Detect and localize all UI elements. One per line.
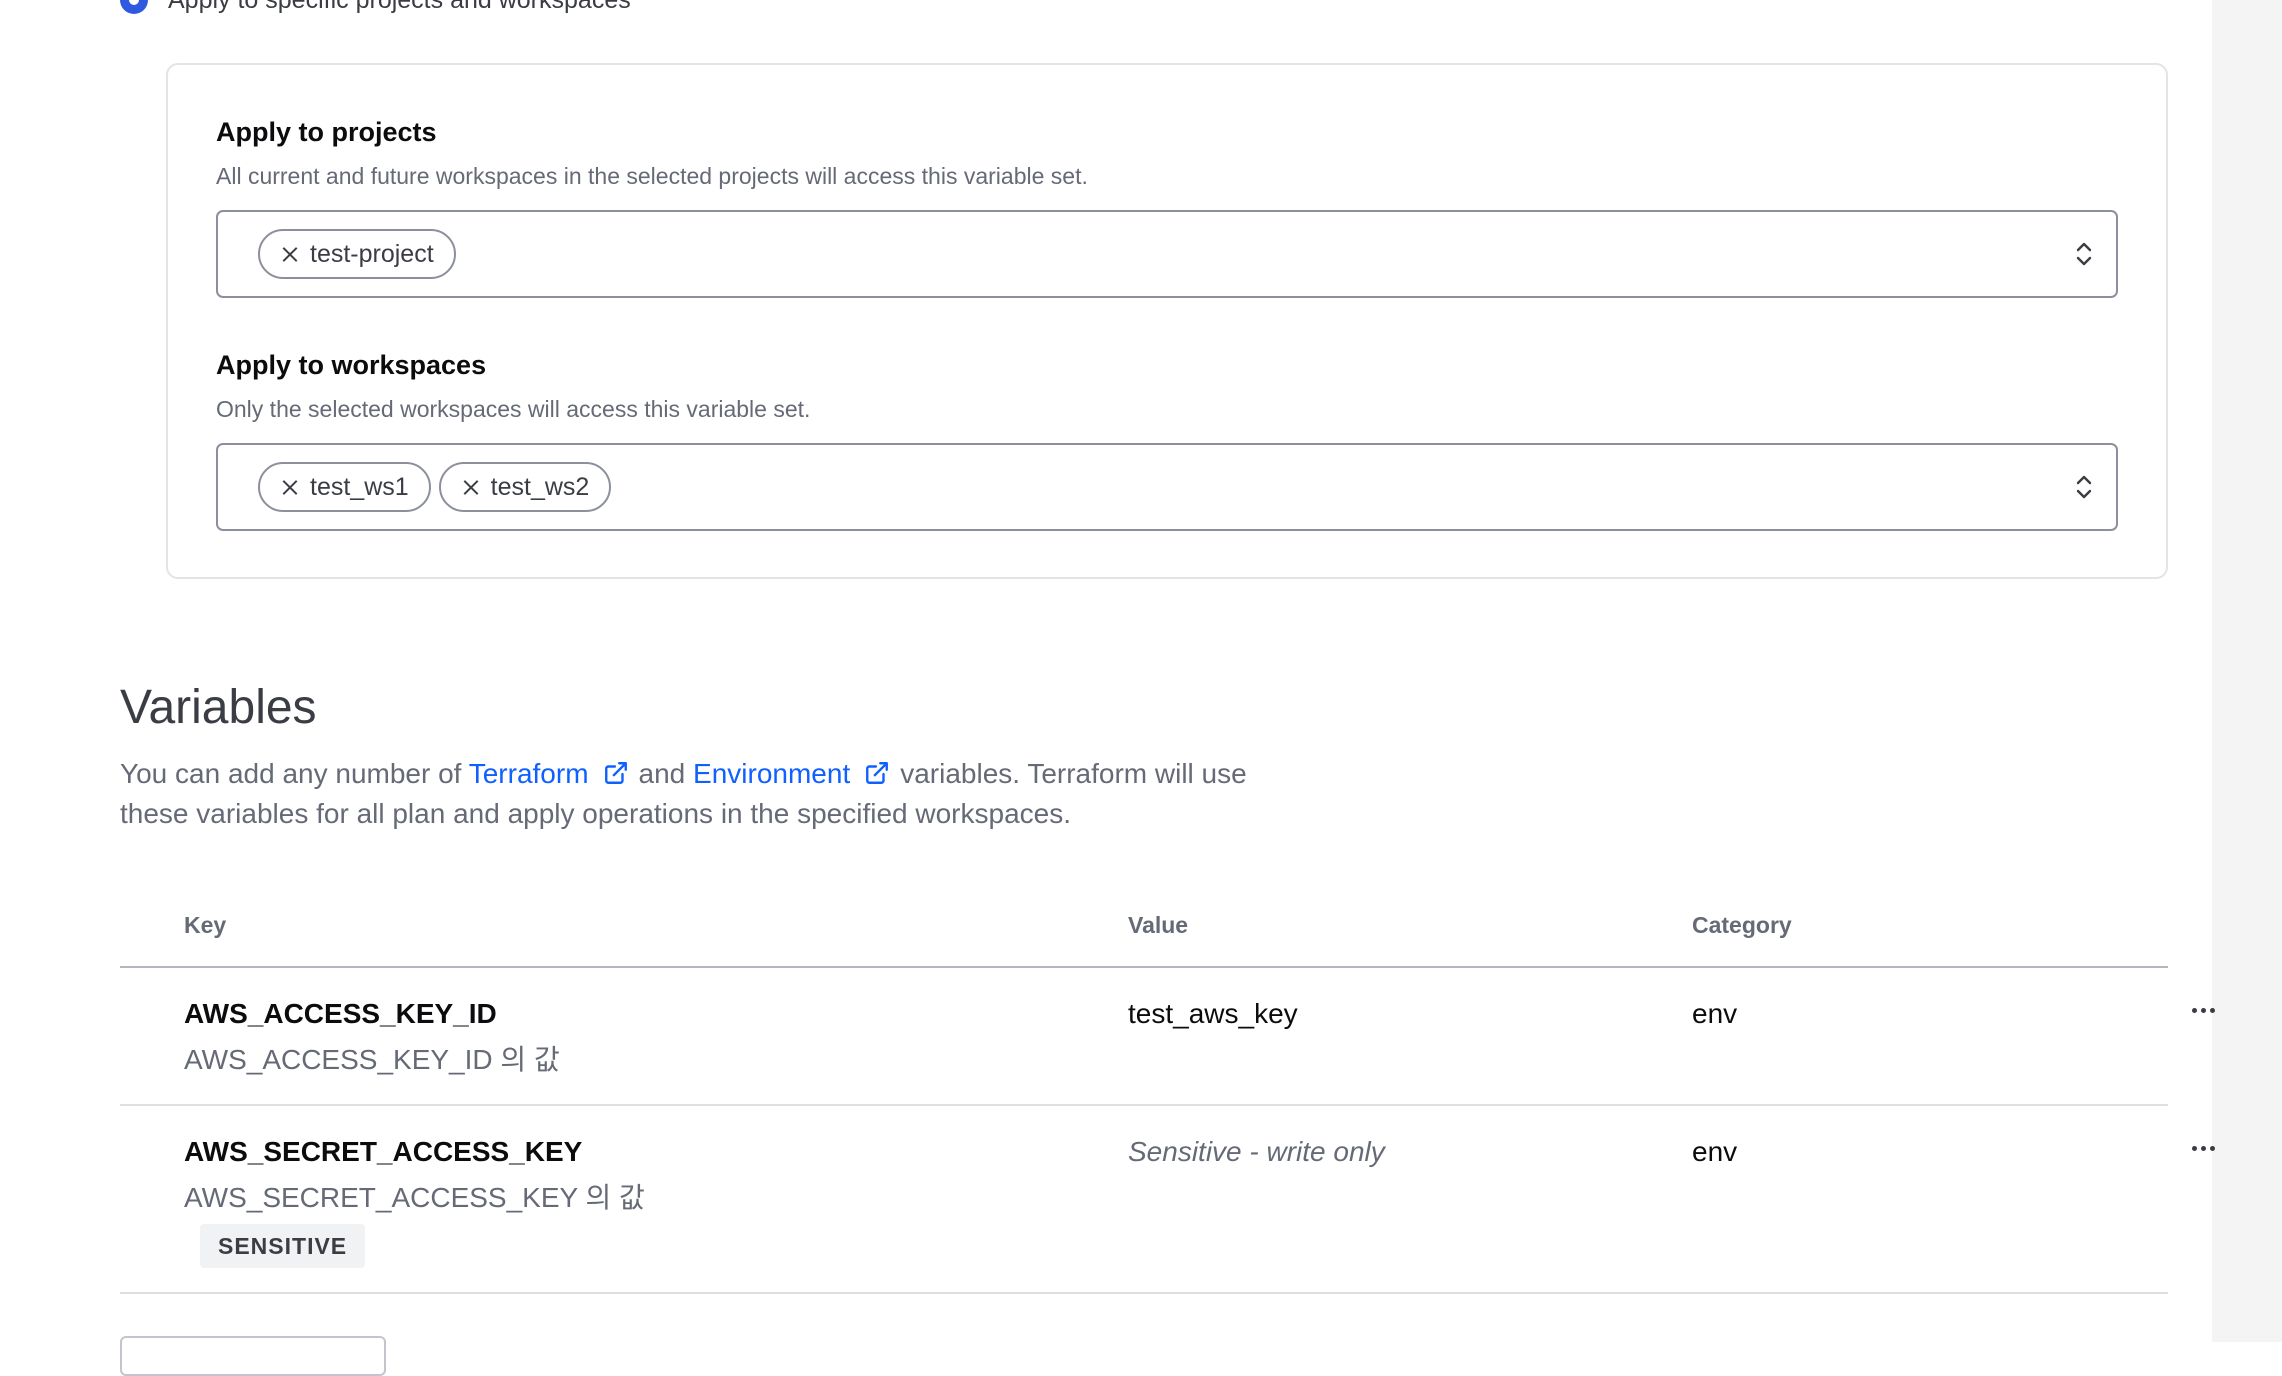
select-updown-icon: [2076, 242, 2092, 266]
header-value: Value: [1128, 912, 1189, 938]
variable-value: test_aws_key: [1128, 998, 1298, 1029]
environment-link[interactable]: Environment: [693, 758, 900, 789]
remove-chip-icon[interactable]: [282, 479, 298, 495]
variable-description: AWS_ACCESS_KEY_ID 의 값: [184, 1044, 560, 1075]
variable-value: Sensitive - write only: [1128, 1136, 1385, 1167]
table-row: AWS_SECRET_ACCESS_KEY AWS_SECRET_ACCESS_…: [120, 1106, 2215, 1294]
variables-heading: Variables: [120, 681, 317, 734]
more-actions-icon[interactable]: [2180, 996, 2226, 1024]
header-key: Key: [184, 912, 227, 938]
project-chip-label: test-project: [310, 239, 434, 268]
terraform-link[interactable]: Terraform: [469, 758, 639, 789]
table-row: AWS_ACCESS_KEY_ID AWS_ACCESS_KEY_ID 의 값 …: [120, 968, 2215, 1106]
project-chip: test-project: [258, 229, 456, 279]
workspaces-field-title: Apply to workspaces: [216, 350, 487, 380]
variable-category: env: [1692, 1136, 1738, 1167]
add-variable-button[interactable]: [120, 1336, 386, 1376]
workspace-chip-label: test_ws1: [310, 472, 409, 501]
variable-key: AWS_SECRET_ACCESS_KEY: [184, 1136, 583, 1167]
terraform-link-label: Terraform: [468, 758, 589, 789]
remove-chip-icon[interactable]: [463, 479, 479, 495]
projects-field-help: All current and future workspaces in the…: [216, 163, 1088, 189]
workspace-chip: test_ws2: [438, 462, 612, 512]
desc-prefix: You can add any number of: [120, 758, 462, 789]
remove-chip-icon[interactable]: [282, 246, 298, 262]
projects-select[interactable]: test-project: [216, 210, 2118, 298]
radio-selected-icon[interactable]: [120, 0, 148, 14]
scope-radio-label: Apply to specific projects and workspace…: [168, 0, 631, 15]
external-link-icon: [866, 762, 889, 784]
desc-and: and: [638, 758, 686, 789]
more-actions-icon[interactable]: [2180, 1134, 2226, 1162]
workspaces-chip-list: test_ws1 test_ws2: [258, 462, 612, 512]
workspace-chip: test_ws1: [258, 462, 431, 512]
scope-panel: Apply to projects All current and future…: [166, 63, 2168, 579]
table-header: Key Value Category: [120, 890, 2168, 968]
sensitive-badge: SENSITIVE: [200, 1224, 366, 1268]
variable-description: AWS_SECRET_ACCESS_KEY 의 값: [184, 1182, 645, 1213]
scope-radio-row[interactable]: Apply to specific projects and workspace…: [120, 0, 631, 14]
select-updown-icon: [2076, 475, 2092, 499]
external-link-icon: [604, 762, 627, 784]
workspace-chip-label: test_ws2: [490, 472, 590, 501]
variable-category: env: [1692, 998, 1738, 1029]
header-category: Category: [1692, 912, 1792, 938]
variable-key: AWS_ACCESS_KEY_ID: [184, 998, 497, 1029]
variables-table: Key Value Category AWS_ACCESS_KEY_ID AWS…: [120, 890, 2215, 1294]
projects-field-title: Apply to projects: [216, 117, 437, 147]
workspaces-field-help: Only the selected workspaces will access…: [216, 396, 811, 422]
workspaces-select[interactable]: test_ws1 test_ws2: [216, 443, 2118, 531]
projects-chip-list: test-project: [258, 229, 456, 279]
variables-description: You can add any number of Terraform and E…: [120, 754, 1260, 834]
environment-link-label: Environment: [693, 758, 851, 789]
